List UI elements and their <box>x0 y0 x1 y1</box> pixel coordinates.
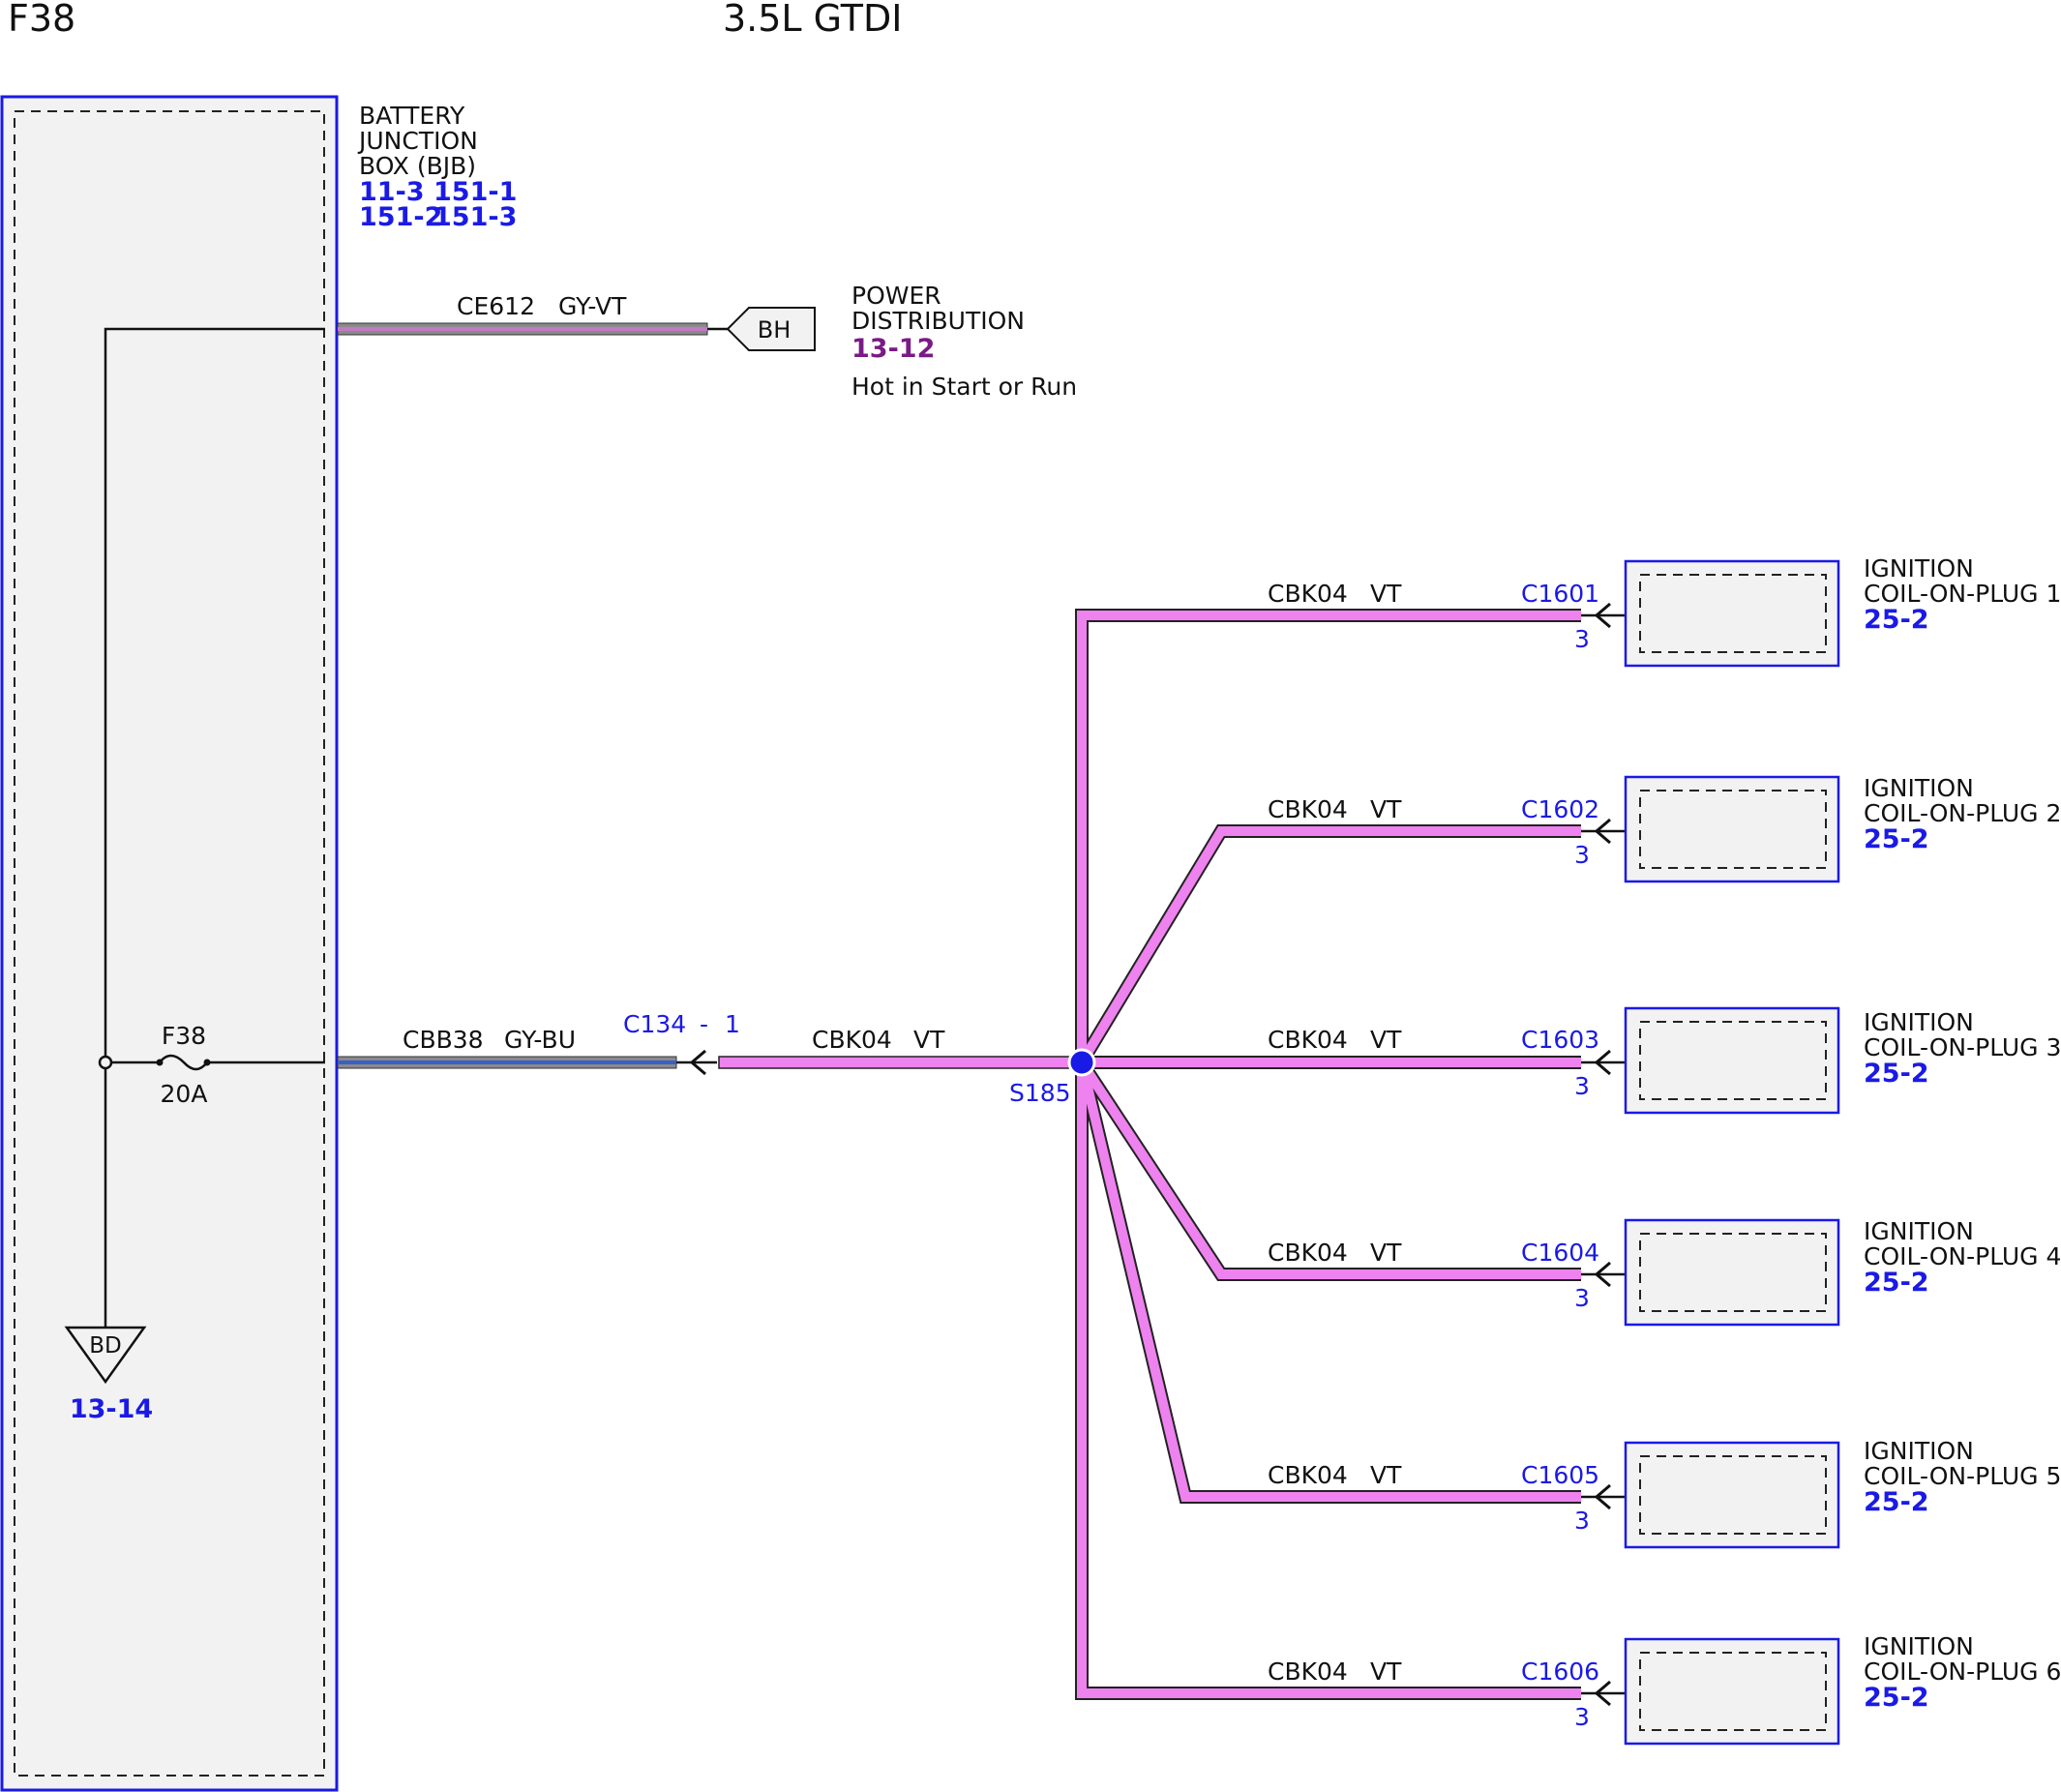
coil-connector-label[interactable]: C1601 <box>1521 580 1599 608</box>
coil-name-line-2: COIL-ON-PLUG 5 <box>1864 1462 2061 1490</box>
coil-circuit-label: CBK04 <box>1268 580 1348 608</box>
coil-circuit-label: CBK04 <box>1268 1658 1348 1686</box>
coil-name-line-1: IGNITION <box>1864 1437 1974 1465</box>
engine-title: 3.5L GTDI <box>723 0 902 40</box>
coil-ref-link[interactable]: 25-2 <box>1864 605 1929 635</box>
coil-wire-color-label: VT <box>1370 1026 1402 1054</box>
c134-dash: - <box>700 1010 708 1038</box>
coil-box <box>1624 1218 1840 1327</box>
cbb38-color-label: GY-BU <box>504 1026 576 1054</box>
c134-pin: 1 <box>725 1010 740 1038</box>
coil-circuit-label: CBK04 <box>1268 1026 1348 1054</box>
ce612-color-label: GY-VT <box>558 292 627 320</box>
coil-wire-color-label: VT <box>1370 580 1402 608</box>
coil-pin-label: 3 <box>1574 1703 1590 1731</box>
splice-branches <box>1075 609 1581 1700</box>
bjb-name-line-3: BOX (BJB) <box>359 152 476 180</box>
wiring-diagram: F38 3.5L GTDI BATTERY JUNCTION BOX (BJB)… <box>0 0 2061 1792</box>
coil-circuit-label: CBK04 <box>1268 795 1348 823</box>
coil-ref-link[interactable]: 25-2 <box>1864 1487 1929 1517</box>
coil-pin-label: 3 <box>1574 625 1590 653</box>
cbk04-feed-color-label: VT <box>913 1026 945 1054</box>
bjb-ref-link[interactable]: 151-3 <box>433 202 517 232</box>
coil-name-line-2: COIL-ON-PLUG 2 <box>1864 799 2061 827</box>
coil-ref-link[interactable]: 25-2 <box>1864 1059 1929 1089</box>
bjb-name-line-2: JUNCTION <box>357 127 478 155</box>
cbk04-feed-wire <box>718 1056 1083 1069</box>
bjb-ref-link[interactable]: 151-2 <box>359 202 442 232</box>
power-dist-line-1: POWER <box>851 282 941 310</box>
coil-name-line-1: IGNITION <box>1864 1008 1974 1036</box>
coil-pin-label: 3 <box>1574 1284 1590 1312</box>
coil-connector-label[interactable]: C1605 <box>1521 1461 1599 1489</box>
bjb-name-line-1: BATTERY <box>359 102 465 130</box>
coil-ref-link[interactable]: 25-2 <box>1864 824 1929 854</box>
coil-box <box>1624 559 1840 668</box>
coil-connector-label[interactable]: C1606 <box>1521 1658 1599 1686</box>
c134-connector-label[interactable]: C134 <box>623 1010 686 1038</box>
splice-label: S185 <box>1009 1079 1071 1107</box>
bh-connector-label: BH <box>758 316 792 343</box>
coil-circuit-label: CBK04 <box>1268 1461 1348 1489</box>
coil-name-line-2: COIL-ON-PLUG 4 <box>1864 1242 2061 1270</box>
ce612-wire-stripe <box>338 327 707 331</box>
fuse-id-title: F38 <box>8 0 75 40</box>
coil-name-line-2: COIL-ON-PLUG 6 <box>1864 1658 2061 1686</box>
coil-name-line-1: IGNITION <box>1864 774 1974 802</box>
coil-name-line-2: COIL-ON-PLUG 3 <box>1864 1033 2061 1061</box>
coil-name-line-1: IGNITION <box>1864 1217 1974 1245</box>
coil-ref-link[interactable]: 25-2 <box>1864 1268 1929 1298</box>
coil-pin-label: 3 <box>1574 1507 1590 1535</box>
coil-pin-label: 3 <box>1574 1072 1590 1100</box>
cbb38-wire-stripe <box>338 1060 676 1064</box>
coil-wire-color-label: VT <box>1370 1658 1402 1686</box>
splice-s185 <box>1067 1048 1096 1077</box>
power-dist-line-2: DISTRIBUTION <box>851 307 1025 335</box>
coil-circuit-label: CBK04 <box>1268 1239 1348 1267</box>
coil-box <box>1624 1637 1840 1746</box>
coil-wire-color-label: VT <box>1370 1461 1402 1489</box>
fuse-terminal <box>156 1059 164 1066</box>
power-dist-note: Hot in Start or Run <box>851 373 1077 401</box>
coil-name-line-1: IGNITION <box>1864 554 1974 582</box>
coil-connector-label[interactable]: C1602 <box>1521 795 1599 823</box>
cbb38-circuit-label: CBB38 <box>403 1026 484 1054</box>
ce612-circuit-label: CE612 <box>457 292 535 320</box>
coil-ref-link[interactable]: 25-2 <box>1864 1683 1929 1713</box>
coil-box <box>1624 1441 1840 1549</box>
junction-node <box>98 1055 113 1070</box>
coil-name-line-2: COIL-ON-PLUG 1 <box>1864 580 2061 608</box>
coil-connector-label[interactable]: C1603 <box>1521 1026 1599 1054</box>
coil-wire-color-label: VT <box>1370 1239 1402 1267</box>
coil-box <box>1624 775 1840 883</box>
coil-box <box>1624 1006 1840 1115</box>
ground-label: BD <box>89 1333 122 1359</box>
coil-connector-label[interactable]: C1604 <box>1521 1239 1599 1267</box>
coil-pin-label: 3 <box>1574 841 1590 869</box>
ground-ref-link[interactable]: 13-14 <box>70 1394 153 1424</box>
fuse-label: F38 <box>162 1022 206 1050</box>
power-dist-ref-link[interactable]: 13-12 <box>851 334 935 364</box>
cbk04-feed-circuit-label: CBK04 <box>812 1026 892 1054</box>
bjb-box <box>0 95 339 1792</box>
coil-wire-color-label: VT <box>1370 795 1402 823</box>
fuse-rating: 20A <box>161 1080 208 1108</box>
coil-name-line-1: IGNITION <box>1864 1632 1974 1660</box>
